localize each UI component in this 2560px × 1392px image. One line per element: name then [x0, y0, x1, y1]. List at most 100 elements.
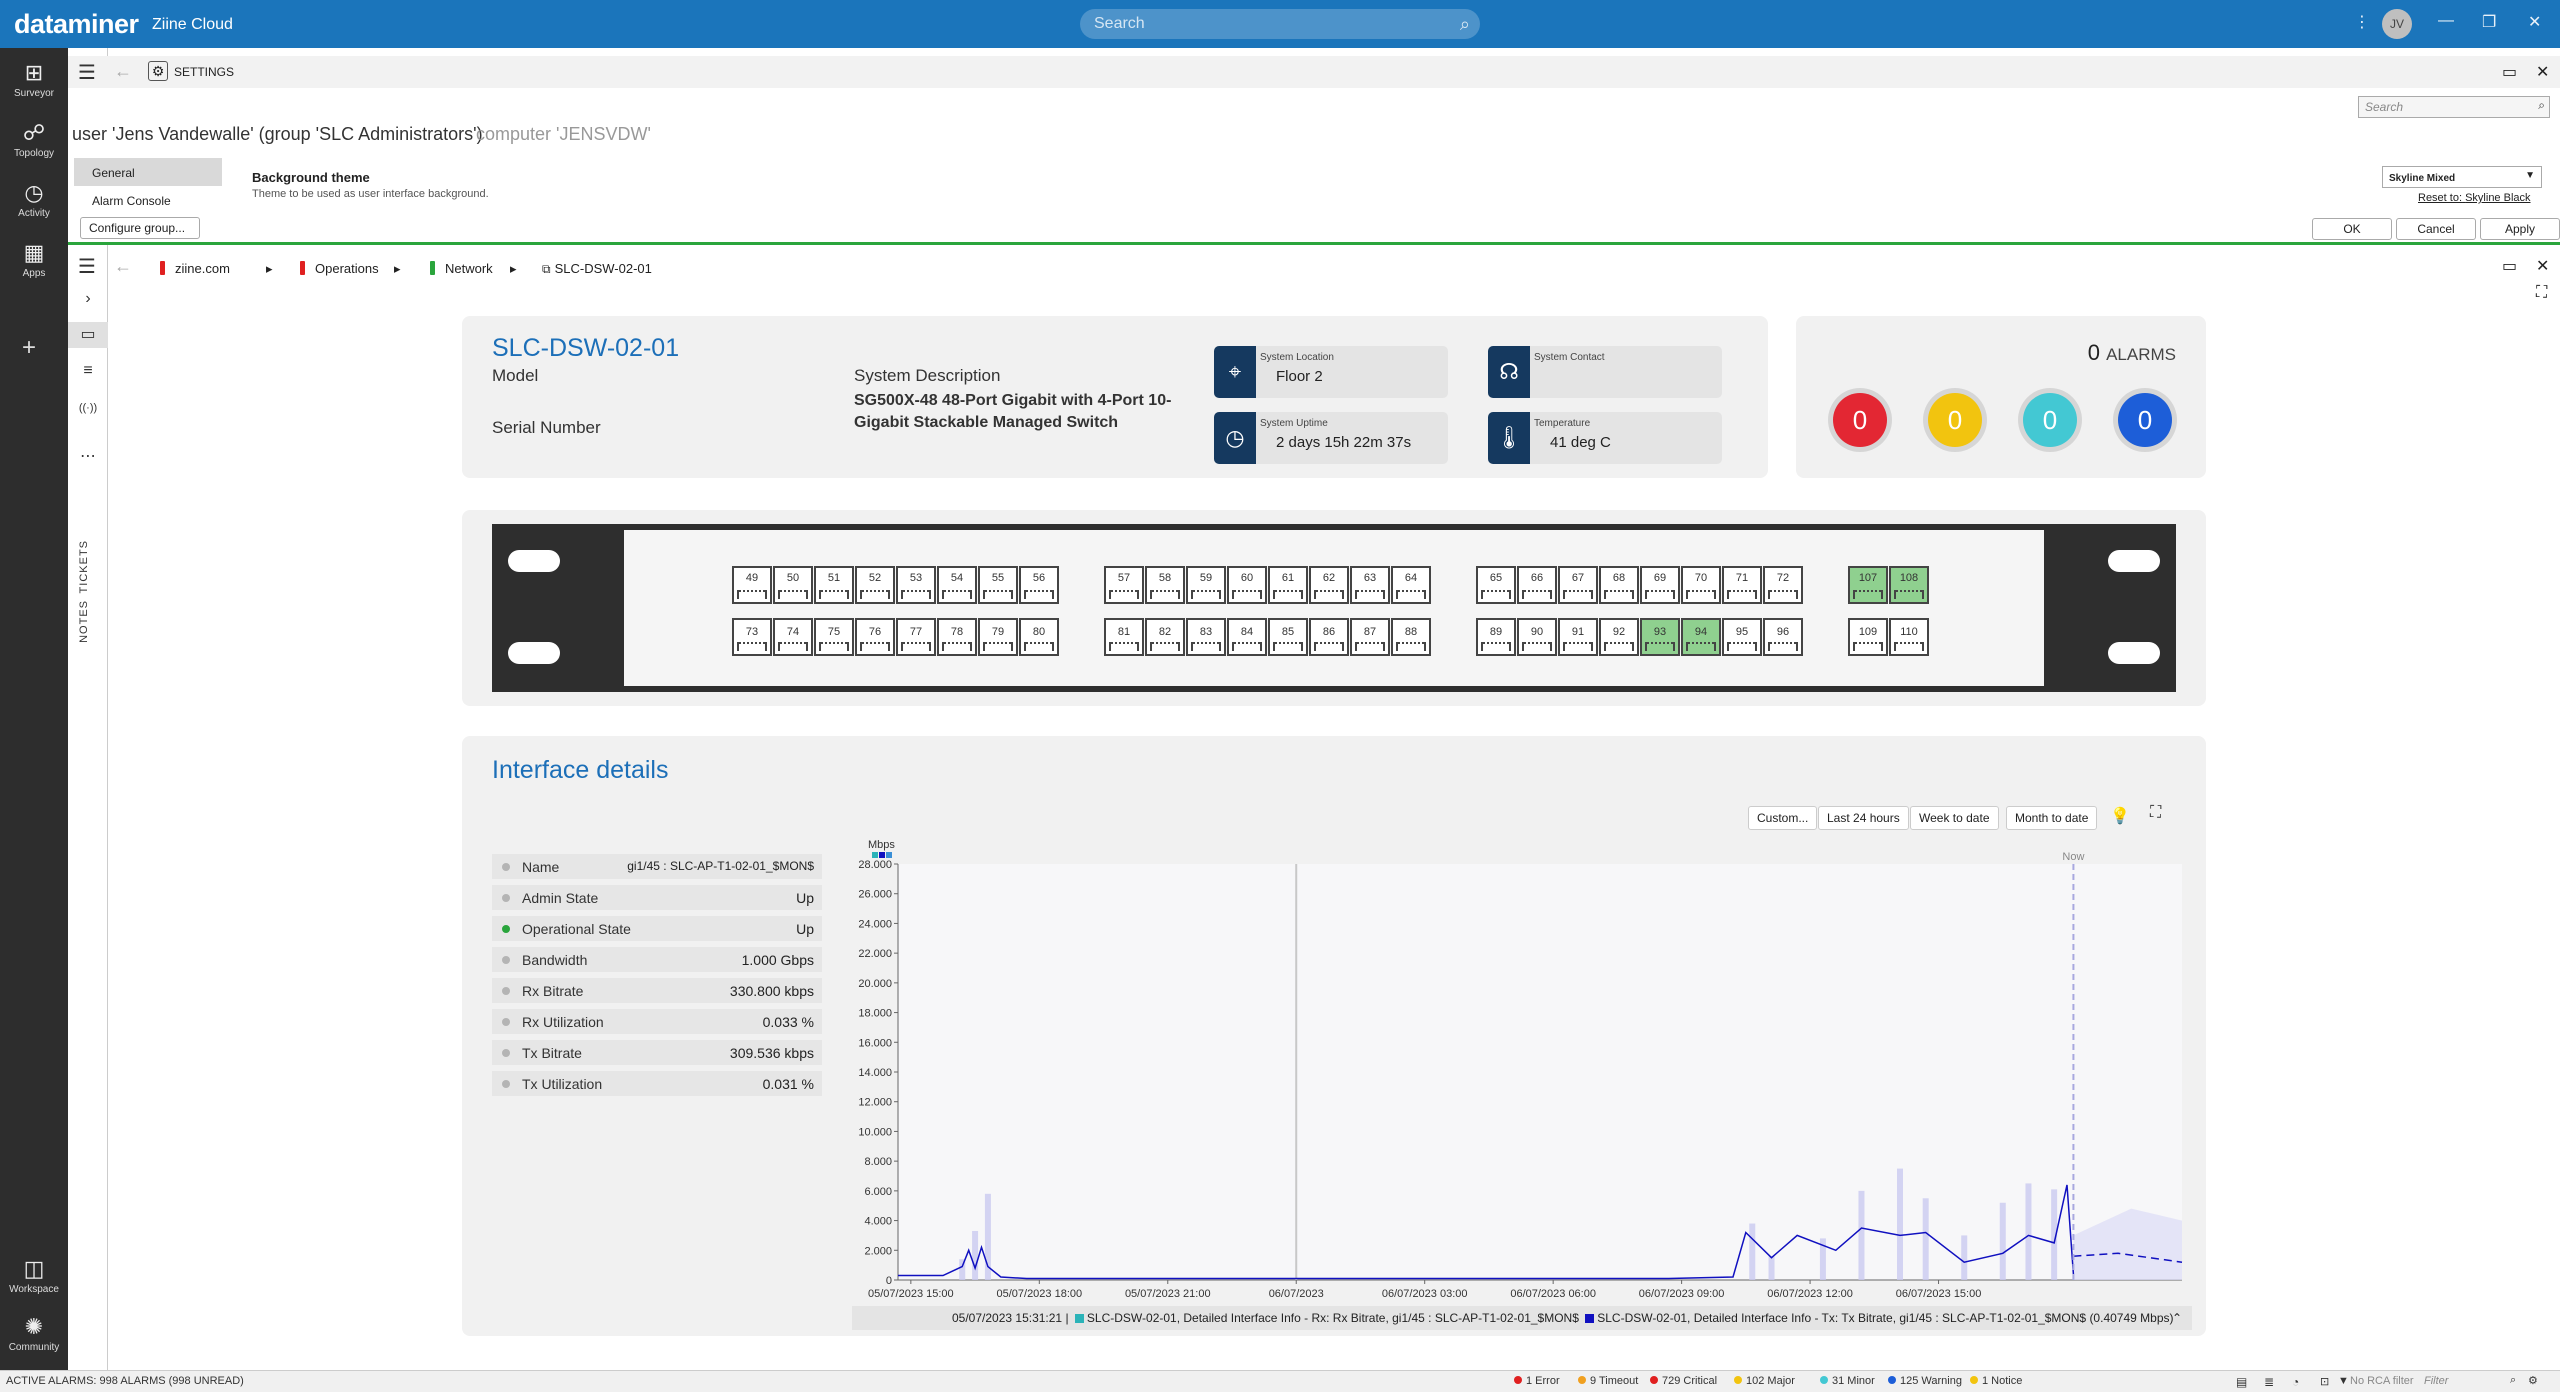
port-53[interactable]: 53 — [896, 566, 936, 604]
alarm-count-item[interactable]: 31 Minor — [1820, 1375, 1875, 1387]
rca-icon[interactable]: ⊡ — [2320, 1375, 2329, 1388]
breadcrumb-item[interactable]: Operations — [300, 261, 379, 276]
port-78[interactable]: 78 — [937, 618, 977, 656]
port-74[interactable]: 74 — [773, 618, 813, 656]
range-week-button[interactable]: Week to date — [1910, 806, 1999, 830]
port-92[interactable]: 92 — [1599, 618, 1639, 656]
port-66[interactable]: 66 — [1517, 566, 1557, 604]
port-51[interactable]: 51 — [814, 566, 854, 604]
search-icon[interactable]: ⌕ — [1460, 9, 1470, 39]
rail-item-community[interactable]: ✺ Community — [0, 1314, 68, 1353]
port-57[interactable]: 57 — [1104, 566, 1144, 604]
port-73[interactable]: 73 — [732, 618, 772, 656]
settings-nav-alarm-console[interactable]: Alarm Console — [74, 186, 222, 214]
list-icon[interactable]: ▤ — [2236, 1375, 2247, 1389]
range-month-button[interactable]: Month to date — [2006, 806, 2098, 830]
port-68[interactable]: 68 — [1599, 566, 1639, 604]
restore-icon[interactable]: ❐ — [2482, 12, 2496, 32]
port-55[interactable]: 55 — [978, 566, 1018, 604]
rca-filter-text[interactable]: No RCA filter — [2350, 1375, 2414, 1387]
port-69[interactable]: 69 — [1640, 566, 1680, 604]
warning-alarm-bubble[interactable]: 0 — [2113, 388, 2177, 452]
port-81[interactable]: 81 — [1104, 618, 1144, 656]
close-icon[interactable]: ✕ — [2536, 256, 2549, 276]
more-icon[interactable]: ⋯ — [68, 446, 108, 466]
port-79[interactable]: 79 — [978, 618, 1018, 656]
minor-alarm-bubble[interactable]: 0 — [2018, 388, 2082, 452]
minimize-icon[interactable]: — — [2438, 12, 2454, 30]
port-50[interactable]: 50 — [773, 566, 813, 604]
signal-icon[interactable]: ((·)) — [68, 402, 108, 414]
status-filter-input[interactable]: Filter — [2424, 1375, 2448, 1387]
breadcrumb-item[interactable]: Network — [430, 261, 493, 276]
critical-alarm-bubble[interactable]: 0 — [1828, 388, 1892, 452]
rail-item-apps[interactable]: ▦ Apps — [0, 240, 68, 279]
port-90[interactable]: 90 — [1517, 618, 1557, 656]
rail-item-activity[interactable]: ◷ Activity — [0, 180, 68, 219]
card-icon[interactable]: ▭ — [68, 322, 108, 348]
port-72[interactable]: 72 — [1763, 566, 1803, 604]
port-77[interactable]: 77 — [896, 618, 936, 656]
maximize-icon[interactable]: ▭ — [2502, 62, 2517, 82]
port-91[interactable]: 91 — [1558, 618, 1598, 656]
fullscreen-icon[interactable]: ⛶ — [2536, 284, 2547, 302]
search-icon[interactable]: ⌕ — [2510, 1374, 2516, 1387]
alarm-count-item[interactable]: 1 Error — [1514, 1375, 1560, 1387]
expand-icon[interactable]: › — [68, 290, 108, 308]
menu-icon[interactable]: ☰ — [78, 60, 96, 85]
menu-icon[interactable]: ☰ — [78, 254, 96, 279]
port-71[interactable]: 71 — [1722, 566, 1762, 604]
port-86[interactable]: 86 — [1309, 618, 1349, 656]
range-last-24h-button[interactable]: Last 24 hours — [1818, 806, 1909, 830]
port-49[interactable]: 49 — [732, 566, 772, 604]
back-icon[interactable]: ← — [114, 61, 132, 82]
chevron-up-icon[interactable]: ⌃ — [2172, 1306, 2182, 1330]
ok-button[interactable]: OK — [2312, 218, 2392, 240]
port-88[interactable]: 88 — [1391, 618, 1431, 656]
port-93[interactable]: 93 — [1640, 618, 1680, 656]
reset-link[interactable]: Reset to: Skyline Black — [2418, 192, 2531, 204]
sliders-icon[interactable]: ≡ — [68, 362, 108, 380]
search-icon[interactable]: ⌕ — [2538, 98, 2545, 113]
port-85[interactable]: 85 — [1268, 618, 1308, 656]
configure-group-button[interactable]: Configure group... — [80, 217, 200, 239]
alarm-count-item[interactable]: 729 Critical — [1650, 1375, 1717, 1387]
tickets-tab[interactable]: TICKETS — [78, 540, 90, 593]
port-63[interactable]: 63 — [1350, 566, 1390, 604]
back-icon[interactable]: ← — [114, 256, 132, 277]
alarm-count-item[interactable]: 102 Major — [1734, 1375, 1795, 1387]
port-56[interactable]: 56 — [1019, 566, 1059, 604]
port-61[interactable]: 61 — [1268, 566, 1308, 604]
alarm-count-item[interactable]: 9 Timeout — [1578, 1375, 1638, 1387]
maximize-icon[interactable]: ▭ — [2502, 256, 2517, 276]
sort-icon[interactable]: ≣ — [2264, 1375, 2274, 1389]
port-70[interactable]: 70 — [1681, 566, 1721, 604]
theme-select[interactable]: Skyline Mixed ▼ — [2382, 166, 2542, 188]
overflow-icon[interactable]: ⋮ — [2354, 12, 2370, 32]
port-87[interactable]: 87 — [1350, 618, 1390, 656]
add-icon[interactable]: + — [22, 334, 36, 362]
settings-search-input[interactable]: Search ⌕ — [2358, 96, 2550, 118]
fullscreen-icon[interactable]: ⛶ — [2150, 804, 2161, 822]
rail-item-topology[interactable]: ☍ Topology — [0, 120, 68, 159]
port-107[interactable]: 107 — [1848, 566, 1888, 604]
major-alarm-bubble[interactable]: 0 — [1923, 388, 1987, 452]
alarm-count-item[interactable]: 125 Warning — [1888, 1375, 1962, 1387]
port-52[interactable]: 52 — [855, 566, 895, 604]
breadcrumb-item[interactable]: ⧉ SLC-DSW-02-01 — [542, 261, 652, 277]
close-icon[interactable]: ✕ — [2536, 62, 2549, 82]
notes-tab[interactable]: NOTES — [78, 600, 90, 643]
port-94[interactable]: 94 — [1681, 618, 1721, 656]
port-110[interactable]: 110 — [1889, 618, 1929, 656]
pie-icon[interactable]: ◔ — [2292, 1375, 2299, 1389]
cancel-button[interactable]: Cancel — [2396, 218, 2476, 240]
alarm-count-item[interactable]: 1 Notice — [1970, 1375, 2022, 1387]
port-54[interactable]: 54 — [937, 566, 977, 604]
bitrate-chart[interactable]: 0 2.000 4.000 6.000 8.000 10.000 12.000 14.000 1… — [852, 836, 2192, 1306]
port-58[interactable]: 58 — [1145, 566, 1185, 604]
port-83[interactable]: 83 — [1186, 618, 1226, 656]
port-60[interactable]: 60 — [1227, 566, 1267, 604]
port-64[interactable]: 64 — [1391, 566, 1431, 604]
port-67[interactable]: 67 — [1558, 566, 1598, 604]
filter-icon[interactable]: ▼ — [2338, 1375, 2349, 1387]
